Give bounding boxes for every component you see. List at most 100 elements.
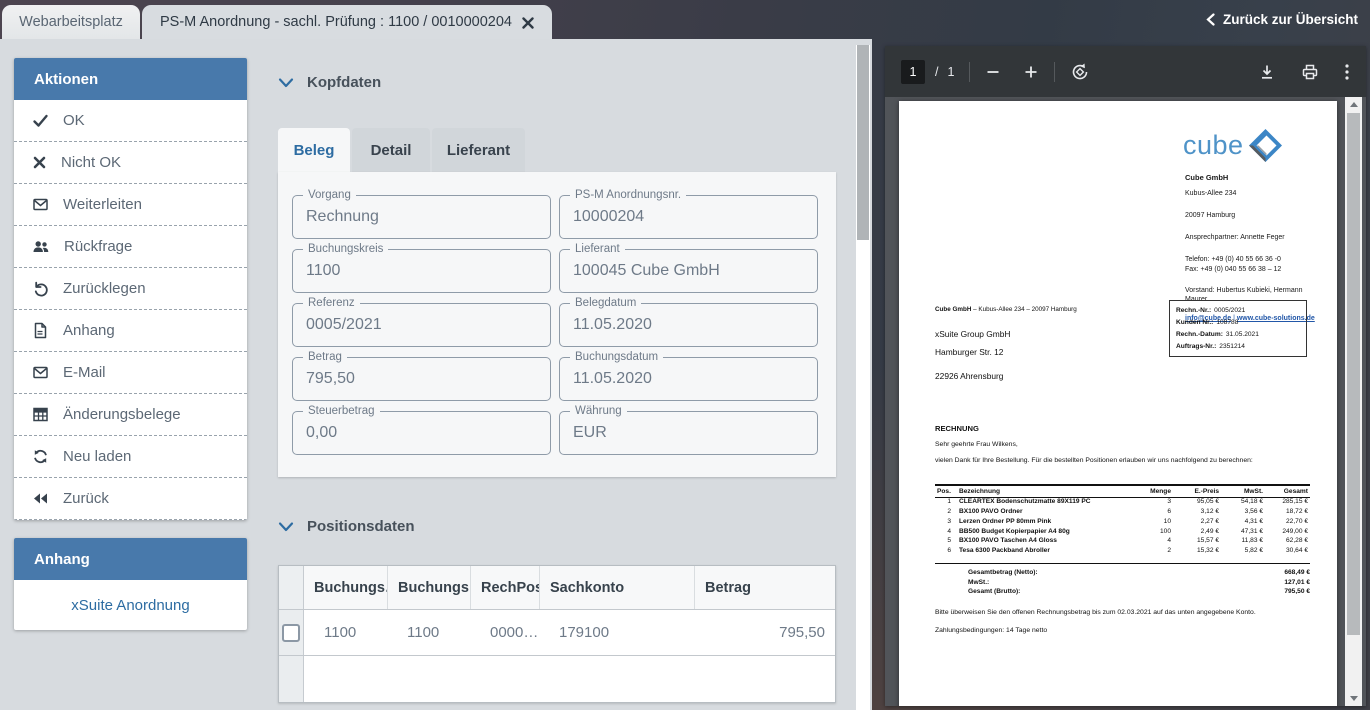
info-label: Rechn.-Nr.: [1176, 307, 1211, 314]
invoice-item-row: 3Lerzen Ordner PP 80mm Pink102,27 €4,31 … [935, 517, 1310, 527]
col-header-betrag[interactable]: Betrag [694, 566, 835, 609]
pdf-toolbar: 1 / 1 [885, 46, 1366, 97]
info-label: Auftrags-Nr.: [1176, 343, 1216, 350]
action-label: Nicht OK [61, 154, 121, 171]
action-anhang[interactable]: Anhang [14, 310, 247, 352]
sender-line: Cube GmbH – Kubus-Allee 234 – 20097 Hamb… [935, 306, 1077, 313]
field-label: Vorgang [303, 189, 356, 202]
users-icon [32, 238, 50, 255]
action-aenderungsbelege[interactable]: Änderungsbelege [14, 394, 247, 436]
field-betrag[interactable]: Betrag 795,50 [292, 357, 551, 401]
cell-betrag: 795,50 [694, 610, 835, 655]
tab-beleg[interactable]: Beleg [278, 128, 350, 172]
back-to-overview-link[interactable]: Zurück zur Übersicht [1206, 0, 1358, 39]
action-label: Weiterleiten [63, 196, 142, 213]
field-label: Buchungsdatum [570, 351, 663, 364]
action-zurueck[interactable]: Zurück [14, 478, 247, 520]
field-label: Betrag [303, 351, 347, 364]
field-lieferant[interactable]: Lieferant 100045 Cube GmbH [559, 249, 818, 293]
tab-lieferant[interactable]: Lieferant [432, 128, 525, 172]
invoice-info-box: Rechn.-Nr.:0005/2021 Kunden Nr.:108788 R… [1169, 300, 1307, 357]
action-neu-laden[interactable]: Neu laden [14, 436, 247, 478]
envelope-icon [32, 196, 49, 213]
more-options-button[interactable] [1344, 63, 1350, 81]
scroll-down-arrow[interactable] [1345, 691, 1362, 706]
action-rueckfrage[interactable]: Rückfrage [14, 226, 247, 268]
field-belegdatum[interactable]: Belegdatum 11.05.2020 [559, 303, 818, 347]
field-label: Referenz [303, 297, 360, 310]
invoice-items-table: Pos. Bezeichnung Menge E.-Preis MwSt. Ge… [935, 484, 1310, 556]
positionsdaten-section-header[interactable]: Positionsdaten [278, 518, 415, 535]
content-scrollbar[interactable] [856, 45, 870, 710]
field-steuerbetrag[interactable]: Steuerbetrag 0,00 [292, 411, 551, 455]
tab-document[interactable]: PS-M Anordnung - sachl. Prüfung : 1100 /… [142, 5, 552, 39]
chevron-left-icon [1206, 13, 1215, 26]
download-button[interactable] [1258, 63, 1276, 81]
inv-col-pos: Pos. [935, 485, 957, 497]
field-label: Lieferant [570, 243, 625, 256]
field-referenz[interactable]: Referenz 0005/2021 [292, 303, 551, 347]
print-button[interactable] [1301, 63, 1319, 81]
col-header-rechpos[interactable]: RechPos [470, 566, 539, 609]
sender-name: Cube GmbH [935, 306, 971, 313]
close-icon[interactable] [522, 17, 534, 29]
scroll-up-arrow[interactable] [1345, 97, 1362, 112]
tab-detail[interactable]: Detail [352, 128, 430, 172]
page-number-input[interactable]: 1 [901, 60, 925, 84]
page-separator: / [935, 65, 938, 79]
attachment-link-xsuite-anordnung[interactable]: xSuite Anordnung [71, 597, 189, 614]
cell-sachkonto: 179100 [539, 610, 694, 655]
action-nicht-ok[interactable]: Nicht OK [14, 142, 247, 184]
cube-logo-text: cube [1183, 132, 1244, 159]
action-email[interactable]: E-Mail [14, 352, 247, 394]
recipient-street: Hamburger Str. 12 [935, 347, 1010, 357]
action-ok[interactable]: OK [14, 100, 247, 142]
rotate-button[interactable] [1070, 62, 1090, 82]
info-value: 2351214 [1219, 343, 1245, 350]
section-title: Kopfdaten [307, 74, 381, 91]
minus-icon [985, 64, 1001, 80]
recipient-name: xSuite Group GmbH [935, 329, 1010, 339]
header-gutter [279, 566, 304, 609]
field-buchungsdatum[interactable]: Buchungsdatum 11.05.2020 [559, 357, 818, 401]
action-label: Änderungsbelege [63, 406, 181, 423]
zoom-in-button[interactable] [1023, 64, 1039, 80]
toolbar-divider [1054, 62, 1055, 82]
pdf-viewer-panel: 1 / 1 cube [885, 46, 1366, 706]
tab-webarbeitsplatz[interactable]: Webarbeitsplatz [2, 5, 140, 39]
check-icon [32, 112, 49, 129]
field-waehrung[interactable]: Währung EUR [559, 411, 818, 455]
invoice-document: cube Cube GmbH Kubus-Allee 234 20097 Ham… [899, 101, 1337, 706]
recipient-block: xSuite Group GmbH Hamburger Str. 12 2292… [935, 329, 1010, 381]
kopfdaten-section-header[interactable]: Kopfdaten [278, 74, 381, 91]
action-label: E-Mail [63, 364, 106, 381]
kebab-menu-icon [1344, 63, 1350, 81]
cube-logo-icon [1249, 129, 1282, 162]
field-psm-anordnungsnr[interactable]: PS-M Anordnungsnr. 10000204 [559, 195, 818, 239]
supplier-street: Kubus-Allee 234 [1185, 189, 1323, 198]
pdf-scrollbar-thumb[interactable] [1347, 113, 1360, 635]
supplier-name: Cube GmbH [1185, 173, 1323, 182]
table-row[interactable]: 1100 1100 0000… 179100 795,50 [279, 610, 835, 656]
col-header-sachkonto[interactable]: Sachkonto [539, 566, 694, 609]
col-header-buchungs-2[interactable]: Buchungs… [387, 566, 470, 609]
scrollbar-thumb[interactable] [857, 45, 869, 240]
col-header-buchungs-1[interactable]: Buchungs… [304, 566, 387, 609]
field-vorgang[interactable]: Vorgang Rechnung [292, 195, 551, 239]
pdf-scrollbar[interactable] [1345, 97, 1362, 706]
row-gutter [279, 610, 304, 655]
info-value: 108788 [1216, 319, 1238, 326]
inv-col-gesamt: Gesamt [1265, 485, 1310, 497]
field-label: PS-M Anordnungsnr. [570, 189, 686, 202]
action-weiterleiten[interactable]: Weiterleiten [14, 184, 247, 226]
action-label: Zurücklegen [63, 280, 146, 297]
zoom-out-button[interactable] [985, 64, 1001, 80]
field-buchungskreis[interactable]: Buchungskreis 1100 [292, 249, 551, 293]
action-zuruecklegen[interactable]: Zurücklegen [14, 268, 247, 310]
info-label: Rechn.-Datum: [1176, 331, 1223, 338]
plus-icon [1023, 64, 1039, 80]
field-label: Belegdatum [570, 297, 641, 310]
chevron-down-icon [278, 77, 294, 89]
row-checkbox[interactable] [282, 624, 300, 642]
refresh-icon [32, 448, 49, 465]
